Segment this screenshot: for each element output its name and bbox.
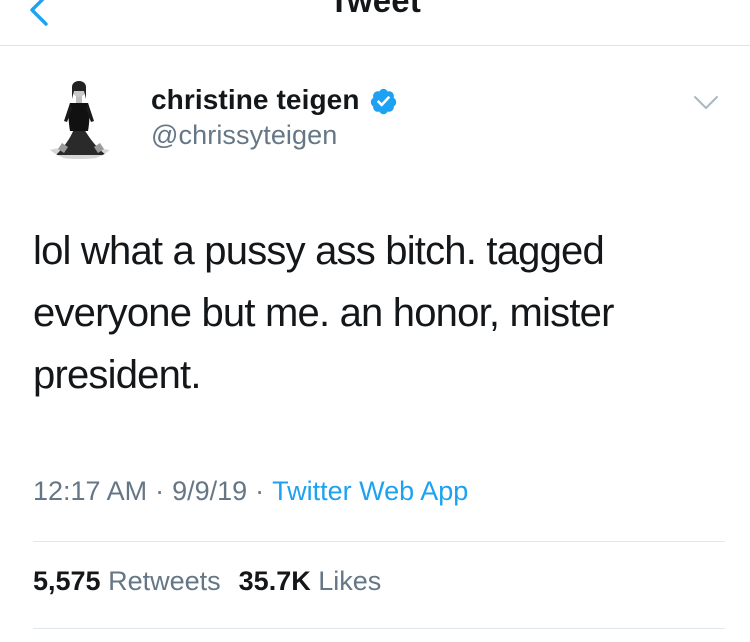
tweet-time: 12:17 AM	[33, 476, 148, 506]
display-name-row: christine teigen	[151, 80, 398, 120]
likes-count: 35.7K	[238, 566, 311, 596]
page-title: Tweet	[328, 0, 422, 19]
tweet-text: lol what a pussy ass bitch. tagged every…	[33, 229, 614, 397]
profile-photo	[34, 69, 126, 161]
divider	[33, 541, 725, 542]
tweet-meta: 12:17 AM · 9/9/19 · Twitter Web App	[33, 476, 468, 507]
likes-label: Likes	[318, 566, 382, 596]
tweet-source-link[interactable]: Twitter Web App	[272, 476, 468, 506]
user-handle[interactable]: @chrissyteigen	[151, 120, 398, 151]
retweets-label: Retweets	[108, 566, 221, 596]
chevron-down-icon[interactable]	[693, 94, 719, 112]
nav-header: Tweet	[0, 0, 750, 46]
meta-separator: ·	[155, 476, 165, 506]
user-info[interactable]: christine teigen @chrissyteigen	[151, 80, 398, 151]
divider	[33, 628, 725, 629]
tweet-date: 9/9/19	[172, 476, 248, 506]
display-name[interactable]: christine teigen	[151, 84, 360, 116]
avatar[interactable]	[34, 69, 126, 161]
meta-separator: ·	[255, 476, 265, 506]
retweets-count: 5,575	[33, 566, 101, 596]
likes-stat[interactable]: 35.7K Likes	[239, 566, 382, 596]
tweet-stats: 5,575 Retweets 35.7K Likes	[33, 566, 381, 597]
verified-badge-icon	[370, 88, 396, 114]
retweets-stat[interactable]: 5,575 Retweets	[33, 566, 221, 596]
